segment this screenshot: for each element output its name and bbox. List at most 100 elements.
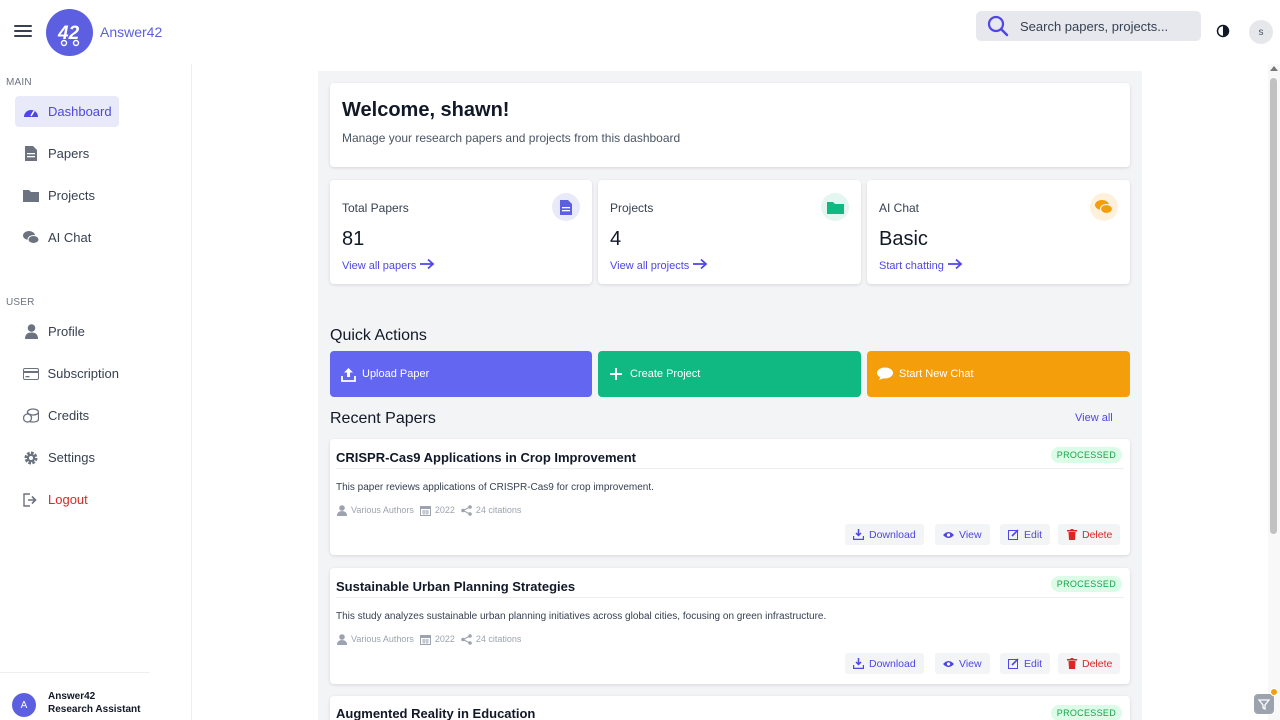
file-icon (552, 193, 580, 221)
button-label: Create Project (630, 368, 701, 380)
status-badge: PROCESSED (1050, 705, 1122, 720)
sidebar-item-label: Papers (48, 146, 90, 161)
section-label-main: MAIN (6, 77, 32, 88)
sidebar: MAIN Dashboard Papers Projects AI Chat U… (0, 64, 192, 720)
delete-button[interactable]: Delete (1058, 653, 1121, 674)
view-button[interactable]: View (935, 524, 990, 545)
download-icon (853, 658, 864, 669)
button-label: Delete (1082, 657, 1113, 670)
welcome-card: Welcome, shawn! Manage your research pap… (330, 83, 1130, 167)
sidebar-item-label: Credits (48, 408, 90, 423)
sidebar-item-profile[interactable]: Profile (15, 316, 119, 347)
sidebar-item-ai-chat[interactable]: AI Chat (15, 222, 119, 253)
stat-value: 81 (342, 228, 365, 250)
menu-icon[interactable] (14, 22, 32, 42)
trash-icon (1066, 529, 1077, 540)
dashboard-icon (22, 103, 40, 121)
start-chatting-link[interactable]: Start chatting (879, 258, 963, 273)
stat-title: AI Chat (879, 201, 920, 215)
stat-card-projects: Projects 4 View all projects (598, 180, 861, 284)
button-label: Upload Paper (362, 368, 430, 380)
welcome-title: Welcome, shawn! (342, 99, 510, 121)
plus-icon (608, 366, 624, 382)
upload-icon (340, 366, 356, 382)
chat-icon (22, 229, 40, 247)
edit-button[interactable]: Edit (1000, 653, 1051, 674)
download-icon (853, 529, 864, 540)
user-icon (336, 504, 348, 516)
share-icon (461, 504, 473, 516)
delete-button[interactable]: Delete (1058, 524, 1121, 545)
sidebar-item-projects[interactable]: Projects (15, 180, 119, 211)
logout-icon (22, 491, 40, 509)
sidebar-item-label: AI Chat (48, 230, 92, 245)
sidebar-item-settings[interactable]: Settings (15, 442, 119, 473)
gear-icon (22, 449, 40, 467)
arrow-right-icon (947, 258, 963, 273)
divider (336, 597, 1124, 598)
footer-app-name: Answer42 (48, 691, 96, 702)
paper-title[interactable]: Augmented Reality in Education (336, 706, 535, 720)
button-label: View (959, 657, 982, 670)
scrollbar-thumb[interactable] (1270, 78, 1277, 534)
link-label: View all projects (610, 259, 690, 272)
paper-year: 2022 (434, 505, 455, 515)
sidebar-item-credits[interactable]: Credits (15, 400, 119, 431)
create-project-button[interactable]: Create Project (598, 351, 861, 397)
edit-button[interactable]: Edit (1000, 524, 1051, 545)
link-label: View all papers (342, 259, 417, 272)
search-bar[interactable] (976, 11, 1201, 41)
paper-card[interactable]: CRISPR-Cas9 Applications in Crop Improve… (330, 439, 1130, 555)
paper-meta: Various Authors 2022 24 citations (336, 633, 527, 645)
credit-card-icon (22, 365, 39, 383)
start-new-chat-button[interactable]: Start New Chat (867, 351, 1130, 397)
download-button[interactable]: Download (845, 524, 924, 545)
folder-icon (821, 193, 849, 221)
divider (336, 468, 1124, 469)
theme-toggle-icon[interactable] (1216, 24, 1230, 38)
view-button[interactable]: View (935, 653, 990, 674)
sidebar-footer: A Answer42 Research Assistant (0, 672, 150, 720)
recent-papers-title: Recent Papers (330, 410, 436, 427)
button-label: View (959, 528, 982, 541)
paper-title[interactable]: CRISPR-Cas9 Applications in Crop Improve… (336, 450, 636, 465)
view-all-projects-link[interactable]: View all projects (610, 258, 708, 273)
section-label-user: USER (6, 297, 35, 308)
stat-title: Total Papers (342, 201, 409, 215)
user-avatar-button[interactable]: s (1249, 20, 1273, 44)
search-icon (976, 11, 1020, 41)
sidebar-item-logout[interactable]: Logout (15, 484, 119, 515)
paper-citations: 24 citations (475, 634, 522, 644)
widget-toggle-button[interactable] (1254, 694, 1274, 714)
upload-paper-button[interactable]: Upload Paper (330, 351, 592, 397)
brand-name[interactable]: Answer42 (100, 24, 162, 40)
welcome-subtitle: Manage your research papers and projects… (342, 131, 681, 145)
edit-icon (1008, 658, 1019, 669)
download-button[interactable]: Download (845, 653, 924, 674)
chat-icon (1090, 193, 1118, 221)
paper-meta: Various Authors 2022 24 citations (336, 504, 527, 516)
view-all-papers-link[interactable]: View all papers (342, 258, 435, 273)
view-all-papers-button[interactable]: View all (1075, 412, 1113, 424)
sidebar-item-label: Dashboard (48, 104, 112, 119)
button-label: Delete (1082, 528, 1113, 541)
sidebar-item-dashboard[interactable]: Dashboard (15, 96, 119, 127)
paper-title[interactable]: Sustainable Urban Planning Strategies (336, 579, 575, 594)
paper-card[interactable]: Sustainable Urban Planning Strategies PR… (330, 568, 1130, 684)
stat-card-papers: Total Papers 81 View all papers (330, 180, 592, 284)
arrow-right-icon (419, 258, 435, 273)
paper-card[interactable]: Augmented Reality in Education PROCESSED (330, 696, 1130, 720)
widget-icon (1258, 699, 1270, 710)
sidebar-item-label: Settings (48, 450, 95, 465)
footer-app-subtitle: Research Assistant (48, 704, 141, 715)
app-logo[interactable]: 42 (46, 9, 93, 56)
sidebar-item-subscription[interactable]: Subscription (15, 358, 119, 389)
stat-value: 4 (610, 228, 622, 250)
file-icon (22, 145, 40, 163)
sidebar-item-papers[interactable]: Papers (15, 138, 119, 169)
scroll-up-arrow-icon[interactable] (1270, 66, 1278, 71)
status-badge: PROCESSED (1050, 576, 1122, 592)
button-label: Download (869, 657, 916, 670)
paper-authors: Various Authors (351, 505, 414, 515)
search-input[interactable] (1020, 18, 1195, 34)
